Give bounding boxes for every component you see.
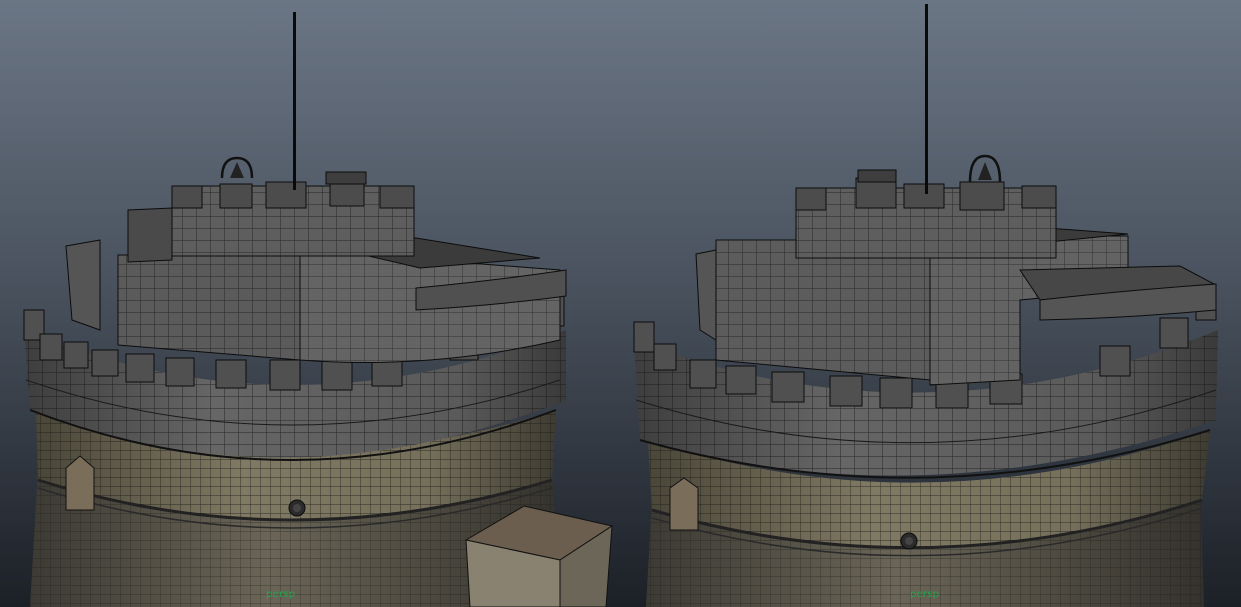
camera-label-right: persp <box>910 589 940 600</box>
viewport-canvas[interactable] <box>0 0 1241 607</box>
maya-split-viewport[interactable]: persp persp <box>0 0 1241 607</box>
camera-label-left: persp <box>266 589 296 600</box>
